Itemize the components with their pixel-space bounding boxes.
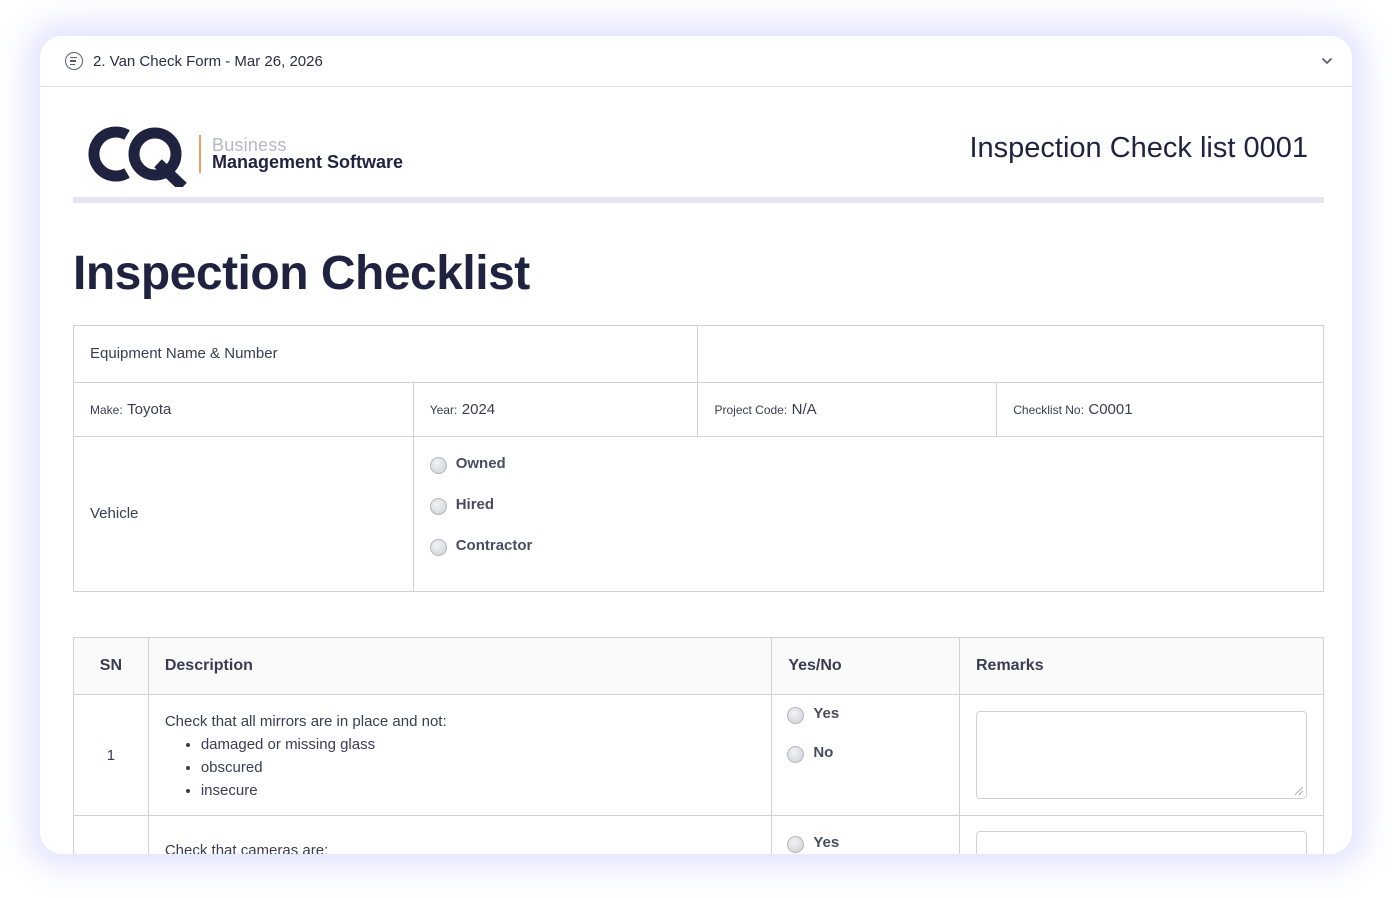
brand-divider — [73, 197, 1324, 203]
checklist-no-label: Checklist No: — [1013, 402, 1084, 417]
bullet-item: obscured — [201, 756, 756, 779]
radio-contractor[interactable] — [429, 539, 447, 556]
radio-owned[interactable] — [429, 457, 447, 474]
brand-row: CQ Business Management Software Inspecti… — [40, 87, 1352, 203]
header-remarks: Remarks — [958, 637, 1325, 695]
row-description: Check that cameras are: — [147, 815, 773, 854]
project-code-label: Project Code: — [714, 402, 788, 417]
remarks-textarea[interactable] — [975, 831, 1307, 854]
vehicle-option-hired[interactable]: Hired — [429, 484, 1323, 525]
project-code-cell: Project Code: N/A — [697, 382, 998, 437]
yes-label: Yes — [813, 705, 840, 722]
table-row: 1 Check that all mirrors are in place an… — [73, 694, 1325, 816]
description-bullets: damaged or missing glass obscured insecu… — [201, 733, 756, 802]
row-remarks — [958, 694, 1325, 816]
make-value: Toyota — [127, 400, 172, 418]
vehicle-label-cell: Vehicle — [73, 436, 414, 592]
header-description: Description — [147, 637, 773, 695]
row-remarks — [958, 815, 1325, 854]
form-header-title: 2. Van Check Form - Mar 26, 2026 — [93, 52, 323, 70]
option-label: Owned — [455, 455, 506, 472]
row-yesno: Yes — [771, 815, 960, 854]
resize-handle-icon[interactable] — [1294, 787, 1303, 795]
equipment-value-cell[interactable] — [697, 325, 1324, 383]
logo-divider — [199, 135, 201, 173]
checklist-no-cell: Checklist No: C0001 — [996, 382, 1324, 437]
no-label: No — [813, 744, 834, 761]
row-description: Check that all mirrors are in place and … — [147, 694, 773, 816]
header-yesno: Yes/No — [771, 637, 960, 695]
row-sn: 1 — [73, 694, 149, 816]
year-cell: Year: 2024 — [412, 382, 699, 437]
radio-no[interactable] — [787, 746, 805, 763]
radio-yes[interactable] — [787, 707, 805, 724]
yes-option[interactable]: Yes — [787, 832, 959, 853]
page-title: Inspection Checklist — [73, 247, 530, 300]
equipment-label-cell: Equipment Name & Number — [72, 325, 699, 383]
year-value: 2024 — [461, 400, 496, 418]
make-cell: Make: Toyota — [73, 382, 414, 437]
equipment-label: Equipment Name & Number — [90, 345, 278, 362]
year-label: Year: — [429, 402, 458, 417]
checklist-table: SN Description Yes/No Remarks 1 Check th… — [73, 637, 1325, 854]
row-yesno: Yes No — [771, 694, 960, 816]
radio-yes[interactable] — [787, 836, 805, 853]
vehicle-option-owned[interactable]: Owned — [429, 443, 1323, 484]
option-label: Hired — [455, 496, 495, 513]
project-code-value: N/A — [791, 400, 817, 418]
yes-label: Yes — [813, 834, 840, 851]
checklist-no-value: C0001 — [1088, 400, 1133, 418]
bullet-item: damaged or missing glass — [201, 733, 756, 756]
yes-option[interactable]: Yes — [787, 703, 959, 724]
form-icon — [65, 52, 83, 70]
vehicle-options-cell: Owned Hired Contractor — [412, 436, 1325, 592]
no-option[interactable]: No — [787, 742, 959, 763]
bullet-item: insecure — [201, 779, 756, 802]
row-sn — [73, 815, 149, 854]
form-header[interactable]: 2. Van Check Form - Mar 26, 2026 — [40, 36, 1352, 87]
remarks-textarea[interactable] — [975, 711, 1307, 799]
radio-hired[interactable] — [429, 498, 447, 515]
description-intro: Check that cameras are: — [164, 842, 329, 854]
document-number-title: Inspection Check list 0001 — [969, 132, 1308, 164]
option-label: Contractor — [455, 537, 533, 554]
equipment-info-table: Equipment Name & Number Make: Toyota Yea… — [72, 325, 1325, 592]
chevron-down-icon[interactable] — [1320, 54, 1334, 68]
table-row: Check that cameras are: Yes — [73, 815, 1325, 854]
vehicle-label: Vehicle — [90, 505, 139, 522]
form-card: 2. Van Check Form - Mar 26, 2026 CQ Busi… — [40, 36, 1352, 854]
logo-tagline-2: Management Software — [212, 152, 404, 172]
description-intro: Check that all mirrors are in place and … — [164, 713, 447, 730]
header-sn: SN — [73, 637, 149, 695]
make-label: Make: — [90, 402, 123, 417]
vehicle-option-contractor[interactable]: Contractor — [429, 525, 1323, 566]
company-logo: CQ — [88, 126, 187, 187]
